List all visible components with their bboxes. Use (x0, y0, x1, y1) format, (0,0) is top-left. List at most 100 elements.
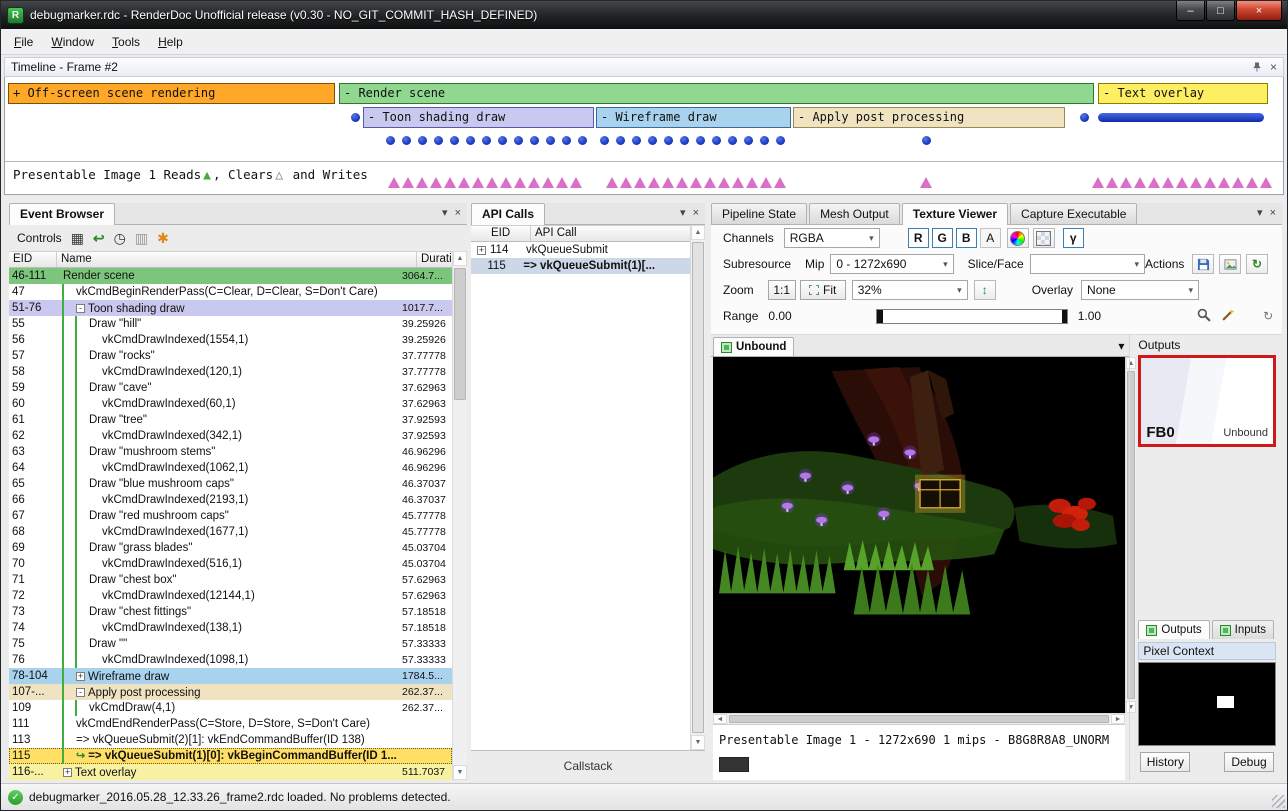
tab-mesh-output[interactable]: Mesh Output (809, 203, 900, 224)
write-marker-icon[interactable] (500, 177, 512, 188)
write-marker-icon[interactable] (620, 177, 632, 188)
write-marker-icon[interactable] (606, 177, 618, 188)
draw-event-dot[interactable] (402, 136, 411, 145)
collapse-icon[interactable]: - (76, 688, 85, 697)
draw-event-dot[interactable] (728, 136, 737, 145)
event-row[interactable]: 46-111Render scene3064.7... (9, 268, 452, 284)
green-channel-button[interactable]: G (932, 228, 953, 248)
save-texture-icon[interactable] (1192, 254, 1214, 274)
api-call-row[interactable]: 115=> vkQueueSubmit(1)[... (471, 258, 690, 274)
draw-event-dot[interactable] (632, 136, 641, 145)
tab-inputs[interactable]: Inputs (1212, 620, 1274, 639)
range-handle-white[interactable] (1062, 310, 1067, 323)
maximize-button[interactable]: □ (1206, 1, 1235, 21)
current-event-icon[interactable]: ↩ (93, 231, 105, 245)
write-marker-icon[interactable] (388, 177, 400, 188)
draw-event-dot[interactable] (578, 136, 587, 145)
timeline-sub-marker[interactable]: - Toon shading draw (363, 107, 594, 128)
event-row[interactable]: 71Draw "chest box"57.62963 (9, 572, 452, 588)
bookmark-icon[interactable]: ✱ (157, 231, 169, 245)
panel-close-icon[interactable]: × (1270, 207, 1276, 219)
menu-item-help[interactable]: Help (149, 31, 192, 53)
draw-event-dot[interactable] (530, 136, 539, 145)
overlay-select[interactable]: None▾ (1081, 280, 1199, 300)
event-row[interactable]: 115↪=> vkQueueSubmit(1)[0]: vkBeginComma… (9, 748, 452, 764)
write-marker-icon[interactable] (1218, 177, 1230, 188)
draw-event-dot[interactable] (498, 136, 507, 145)
write-marker-icon[interactable] (444, 177, 456, 188)
write-marker-icon[interactable] (1092, 177, 1104, 188)
write-marker-icon[interactable] (634, 177, 646, 188)
range-slider[interactable] (876, 309, 1068, 324)
write-marker-icon[interactable] (472, 177, 484, 188)
alpha-channel-button[interactable]: A (980, 228, 1001, 248)
write-marker-icon[interactable] (676, 177, 688, 188)
tab-texture-viewer[interactable]: Texture Viewer (902, 203, 1008, 225)
event-row[interactable]: 69Draw "grass blades"45.03704 (9, 540, 452, 556)
event-row[interactable]: 55Draw "hill"39.25926 (9, 316, 452, 332)
event-row[interactable]: 107-...-Apply post processing262.37... (9, 684, 452, 700)
write-marker-icon[interactable] (732, 177, 744, 188)
panel-menu-icon[interactable]: ▾ (1257, 206, 1263, 219)
history-button[interactable]: History (1140, 752, 1190, 772)
event-row[interactable]: 65Draw "blue mushroom caps"46.37037 (9, 476, 452, 492)
autofit-wand-icon[interactable] (1221, 308, 1235, 325)
draw-event-dot[interactable] (562, 136, 571, 145)
zoom-fit-button[interactable]: Fit (800, 280, 846, 300)
tab-pipeline-state[interactable]: Pipeline State (711, 203, 807, 224)
write-marker-icon[interactable] (1134, 177, 1146, 188)
event-row[interactable]: 116-...+Text overlay511.7037 (9, 764, 452, 780)
draw-event-dot[interactable] (776, 136, 785, 145)
open-image-icon[interactable] (1219, 254, 1241, 274)
reset-range-icon[interactable]: ↻ (1263, 309, 1273, 323)
write-marker-icon[interactable] (486, 177, 498, 188)
scroll-up-icon[interactable]: ▲ (453, 251, 467, 266)
event-row[interactable]: 67Draw "red mushroom caps"45.77778 (9, 508, 452, 524)
draw-event-dot[interactable] (351, 113, 360, 122)
zoom-1to1-button[interactable]: 1:1 (768, 280, 796, 300)
write-marker-icon[interactable] (1176, 177, 1188, 188)
column-eid[interactable]: EID (471, 226, 531, 241)
select-columns-icon[interactable]: ▦ (71, 231, 84, 245)
event-row[interactable]: 76vkCmdDrawIndexed(1098,1)57.33333 (9, 652, 452, 668)
expand-icon[interactable]: + (63, 768, 72, 777)
event-row[interactable]: 62vkCmdDrawIndexed(342,1)37.92593 (9, 428, 452, 444)
event-browser-scrollbar[interactable]: ▲ ▼ (452, 251, 467, 780)
event-row[interactable]: 51-76-Toon shading draw1017.7... (9, 300, 452, 316)
timeline-frame-marker[interactable]: + Off-screen scene rendering (8, 83, 335, 104)
slice-face-select[interactable]: ▾ (1030, 254, 1145, 274)
event-row[interactable]: 113=> vkQueueSubmit(2)[1]: vkEndCommandB… (9, 732, 452, 748)
write-marker-icon[interactable] (458, 177, 470, 188)
draw-event-dot[interactable] (680, 136, 689, 145)
resize-grip[interactable] (1272, 795, 1285, 808)
draw-event-dot[interactable] (434, 136, 443, 145)
texture-tab-unbound[interactable]: Unbound (713, 337, 794, 356)
draw-event-bar[interactable] (1098, 113, 1264, 122)
range-handle-black[interactable] (877, 310, 883, 323)
write-marker-icon[interactable] (1260, 177, 1272, 188)
api-call-row[interactable]: +114vkQueueSubmit (471, 242, 690, 258)
write-marker-icon[interactable] (570, 177, 582, 188)
fb0-thumbnail[interactable]: FB0 Unbound (1138, 355, 1276, 447)
red-channel-button[interactable]: R (908, 228, 929, 248)
write-marker-icon[interactable] (514, 177, 526, 188)
write-marker-icon[interactable] (528, 177, 540, 188)
write-marker-icon[interactable] (430, 177, 442, 188)
write-marker-icon[interactable] (1232, 177, 1244, 188)
api-calls-scrollbar[interactable]: ▲ ▼ (690, 225, 705, 750)
draw-event-dot[interactable] (466, 136, 475, 145)
timeline-frame-marker[interactable]: - Text overlay (1098, 83, 1268, 104)
write-marker-icon[interactable] (1120, 177, 1132, 188)
event-browser-close-icon[interactable]: × (455, 207, 461, 219)
visualize-range-icon[interactable] (1033, 228, 1055, 248)
event-row[interactable]: 63Draw "mushroom stems"46.96296 (9, 444, 452, 460)
draw-event-dot[interactable] (514, 136, 523, 145)
draw-event-dot[interactable] (1080, 113, 1089, 122)
write-marker-icon[interactable] (1148, 177, 1160, 188)
draw-event-dot[interactable] (418, 136, 427, 145)
write-marker-icon[interactable] (690, 177, 702, 188)
debug-button[interactable]: Debug (1224, 752, 1274, 772)
zoom-range-icon[interactable] (1197, 308, 1211, 325)
write-marker-icon[interactable] (746, 177, 758, 188)
event-row[interactable]: 64vkCmdDrawIndexed(1062,1)46.96296 (9, 460, 452, 476)
